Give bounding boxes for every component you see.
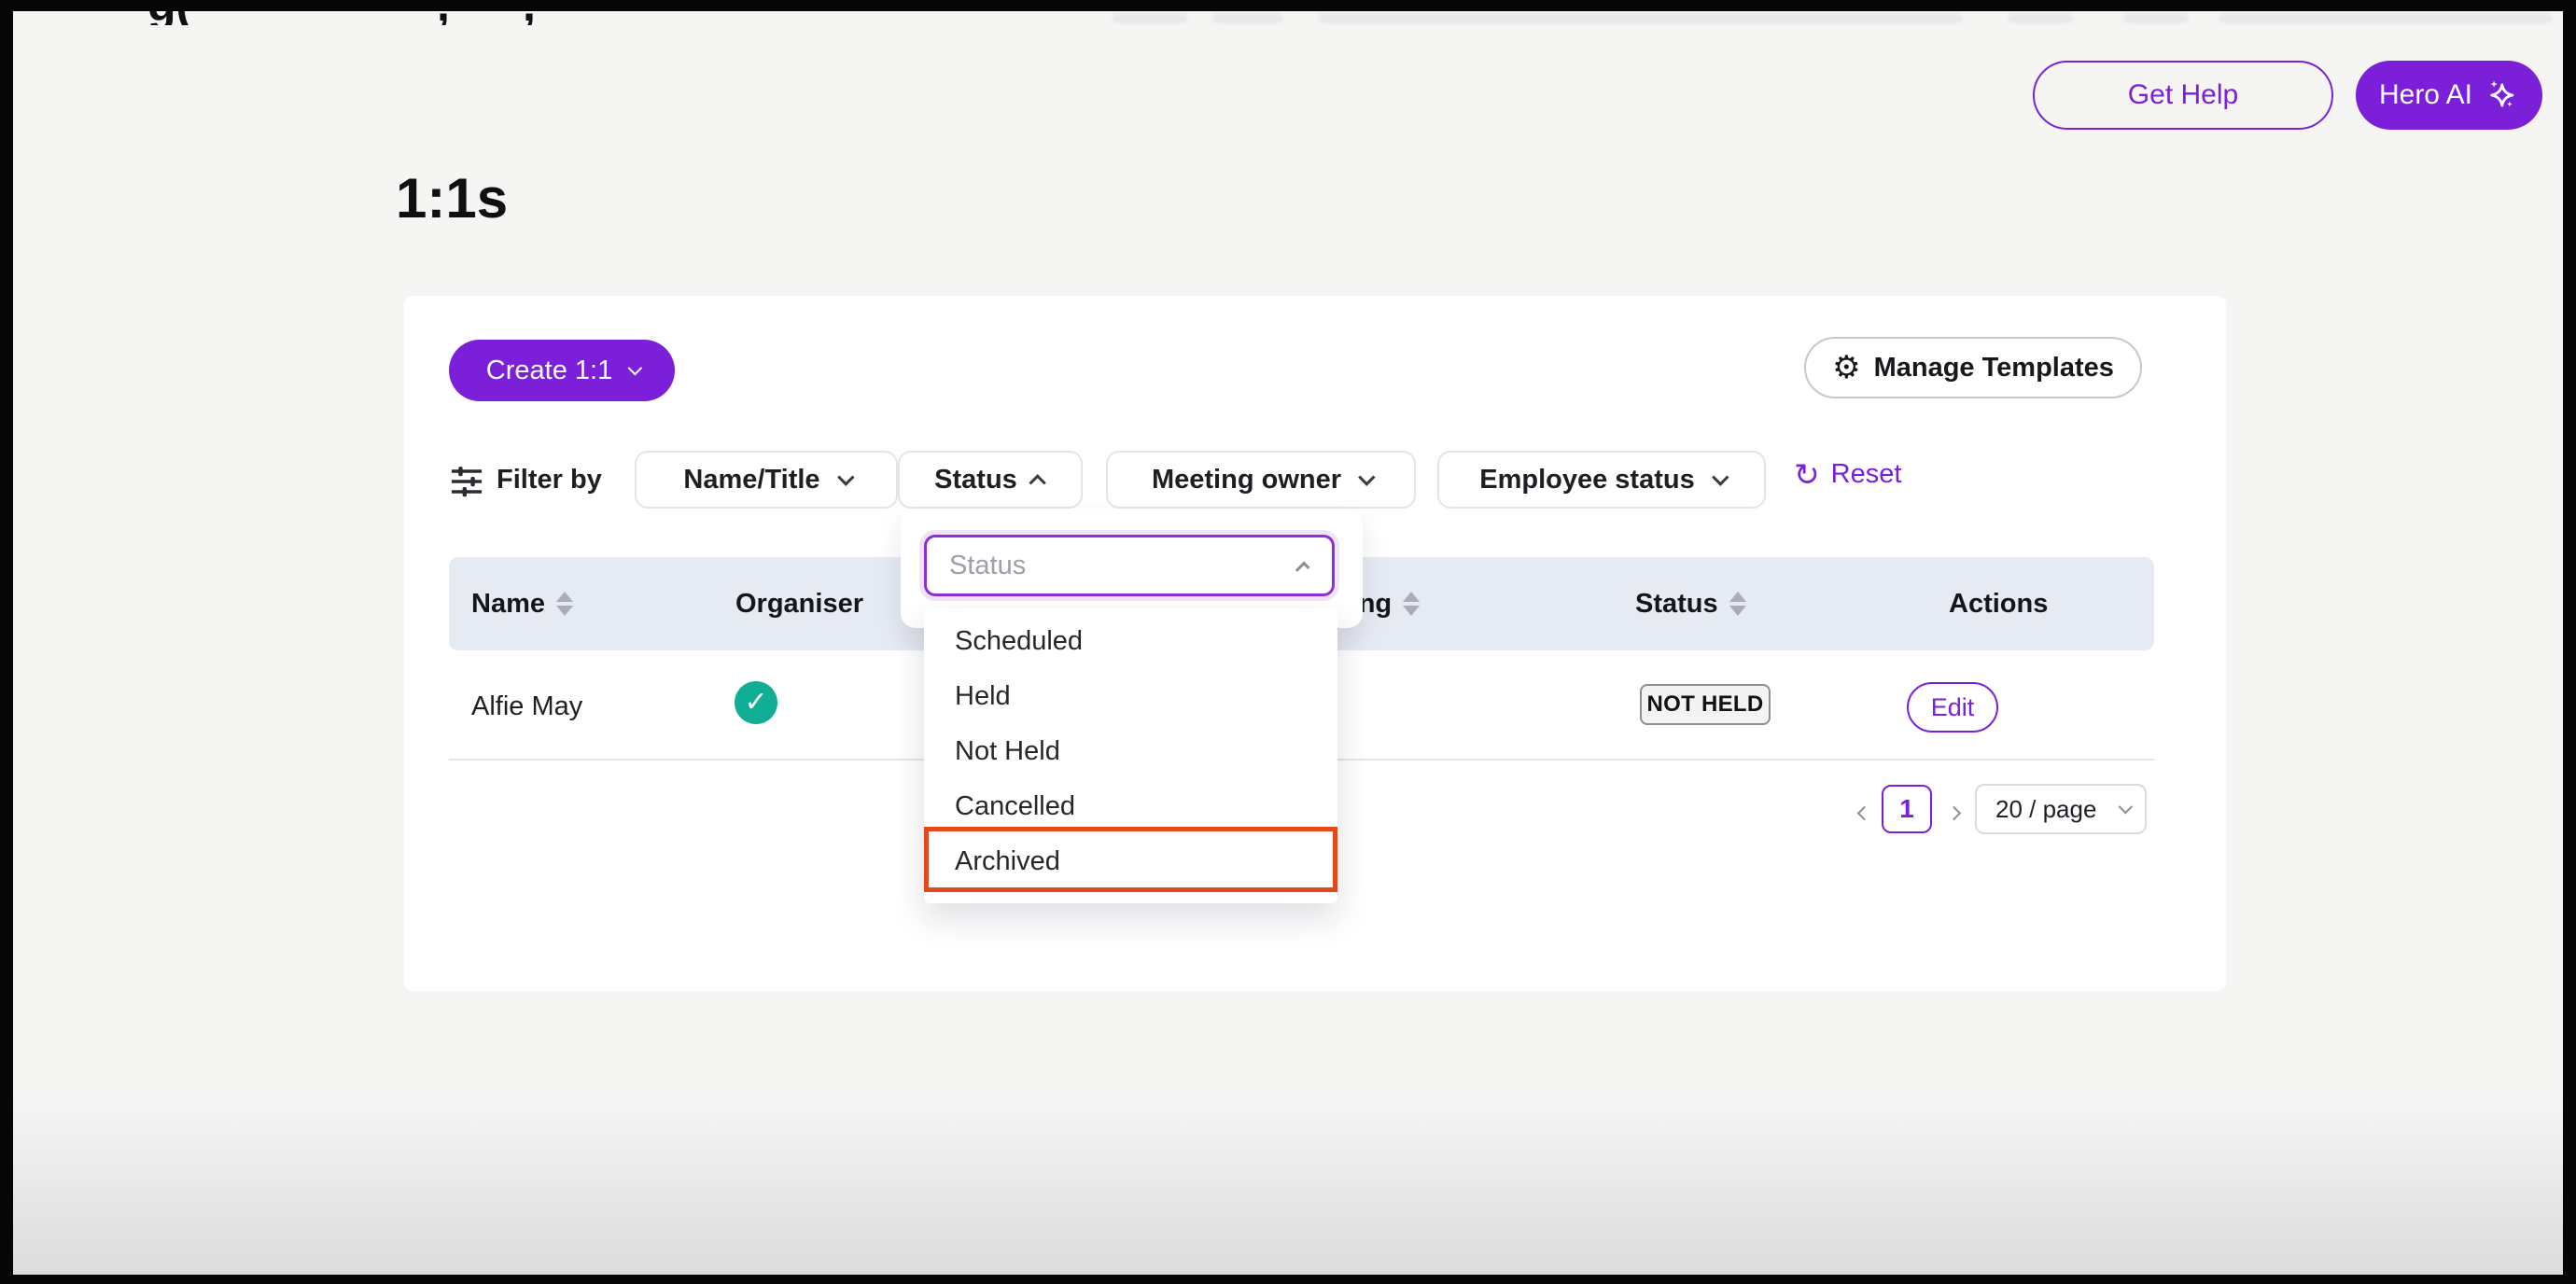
chevron-down-icon bbox=[628, 360, 643, 375]
get-help-button[interactable]: Get Help bbox=[2033, 61, 2333, 130]
status-input-field[interactable] bbox=[927, 551, 1301, 581]
filter-pill-employee-status[interactable]: Employee status bbox=[1437, 451, 1766, 509]
text-fragment: , bbox=[437, 11, 450, 25]
filter-pill-label: Employee status bbox=[1479, 465, 1694, 495]
page-size-select[interactable]: 20 / page bbox=[1975, 784, 2147, 834]
column-actions: Actions bbox=[1949, 557, 2048, 650]
option-cancelled[interactable]: Cancelled bbox=[924, 779, 1337, 834]
text-fragment: g( bbox=[147, 11, 191, 25]
filter-pill-name-title[interactable]: Name/Title bbox=[635, 451, 898, 509]
option-scheduled[interactable]: Scheduled bbox=[924, 614, 1337, 669]
bottom-gradient bbox=[0, 1097, 2576, 1275]
reset-label: Reset bbox=[1831, 459, 1902, 490]
status-options-list: Scheduled Held Not Held Cancelled Archiv… bbox=[924, 608, 1337, 903]
get-help-label: Get Help bbox=[2128, 79, 2238, 111]
chevron-down-icon bbox=[837, 468, 854, 485]
refresh-icon: ↻ bbox=[1794, 459, 1820, 490]
chevron-down-icon bbox=[2119, 799, 2134, 814]
hero-ai-button[interactable]: Hero AI bbox=[2356, 61, 2542, 130]
chevron-down-icon bbox=[1712, 468, 1729, 485]
filter-sliders-icon bbox=[449, 466, 484, 497]
reset-filters-button[interactable]: ↻ Reset bbox=[1794, 459, 1901, 490]
sparkles-icon bbox=[2484, 77, 2519, 113]
clipped-toolbar-bar bbox=[1113, 13, 1187, 23]
sort-icon bbox=[1403, 592, 1420, 616]
sort-icon bbox=[556, 592, 573, 616]
column-name[interactable]: Name bbox=[471, 557, 573, 650]
sort-icon bbox=[1729, 592, 1746, 616]
chevron-left-icon bbox=[1856, 805, 1871, 820]
column-organiser: Organiser bbox=[735, 557, 863, 650]
chevron-up-icon bbox=[1029, 474, 1045, 491]
option-held[interactable]: Held bbox=[924, 669, 1337, 724]
manage-templates-button[interactable]: ⚙ Manage Templates bbox=[1804, 337, 2142, 398]
chevron-right-icon bbox=[1946, 805, 1961, 820]
row-name: Alfie May bbox=[471, 691, 582, 722]
filter-pill-label: Status bbox=[934, 465, 1017, 495]
page-size-label: 20 / page bbox=[1995, 795, 2096, 824]
status-search-input[interactable] bbox=[924, 535, 1335, 596]
clipped-toolbar-bar bbox=[1318, 13, 1962, 23]
filter-pill-label: Name/Title bbox=[683, 465, 819, 495]
pagination-page-1[interactable]: 1 bbox=[1882, 785, 1932, 833]
status-badge: NOT HELD bbox=[1640, 684, 1771, 725]
gear-icon: ⚙ bbox=[1832, 352, 1860, 384]
chevron-down-icon bbox=[1358, 468, 1375, 485]
text-fragment: , bbox=[523, 11, 536, 25]
pagination-prev-button[interactable] bbox=[1850, 799, 1878, 827]
clipped-heading-fragments: g( , , bbox=[0, 11, 840, 25]
filter-by-label: Filter by bbox=[497, 465, 602, 495]
clipped-toolbar-bar bbox=[1212, 13, 1283, 23]
column-label: Organiser bbox=[735, 589, 863, 620]
filter-pill-label: Meeting owner bbox=[1152, 465, 1341, 495]
organiser-check-icon: ✓ bbox=[735, 681, 777, 724]
app-screen: g( , , Get Help Hero AI 1:1s Create 1:1 … bbox=[0, 0, 2576, 1284]
filter-pill-meeting-owner[interactable]: Meeting owner bbox=[1106, 451, 1416, 509]
column-status[interactable]: Status bbox=[1635, 557, 1746, 650]
column-label: Status bbox=[1635, 589, 1718, 620]
option-archived[interactable]: Archived bbox=[924, 834, 1337, 889]
column-label: Actions bbox=[1949, 589, 2048, 620]
pagination-next-button[interactable] bbox=[1939, 799, 1967, 827]
clipped-toolbar-bar bbox=[2123, 13, 2189, 23]
clipped-toolbar-bar bbox=[2008, 13, 2073, 23]
clipped-toolbar-bar bbox=[2219, 13, 2553, 23]
create-1-1-button[interactable]: Create 1:1 bbox=[449, 340, 675, 401]
option-not-held[interactable]: Not Held bbox=[924, 724, 1337, 779]
page-title: 1:1s bbox=[396, 166, 508, 230]
edit-button[interactable]: Edit bbox=[1907, 682, 1998, 733]
manage-templates-label: Manage Templates bbox=[1874, 353, 2114, 384]
create-1-1-label: Create 1:1 bbox=[486, 356, 612, 386]
hero-ai-label: Hero AI bbox=[2379, 79, 2472, 111]
column-label: Name bbox=[471, 589, 545, 620]
filter-pill-status[interactable]: Status bbox=[898, 451, 1083, 509]
